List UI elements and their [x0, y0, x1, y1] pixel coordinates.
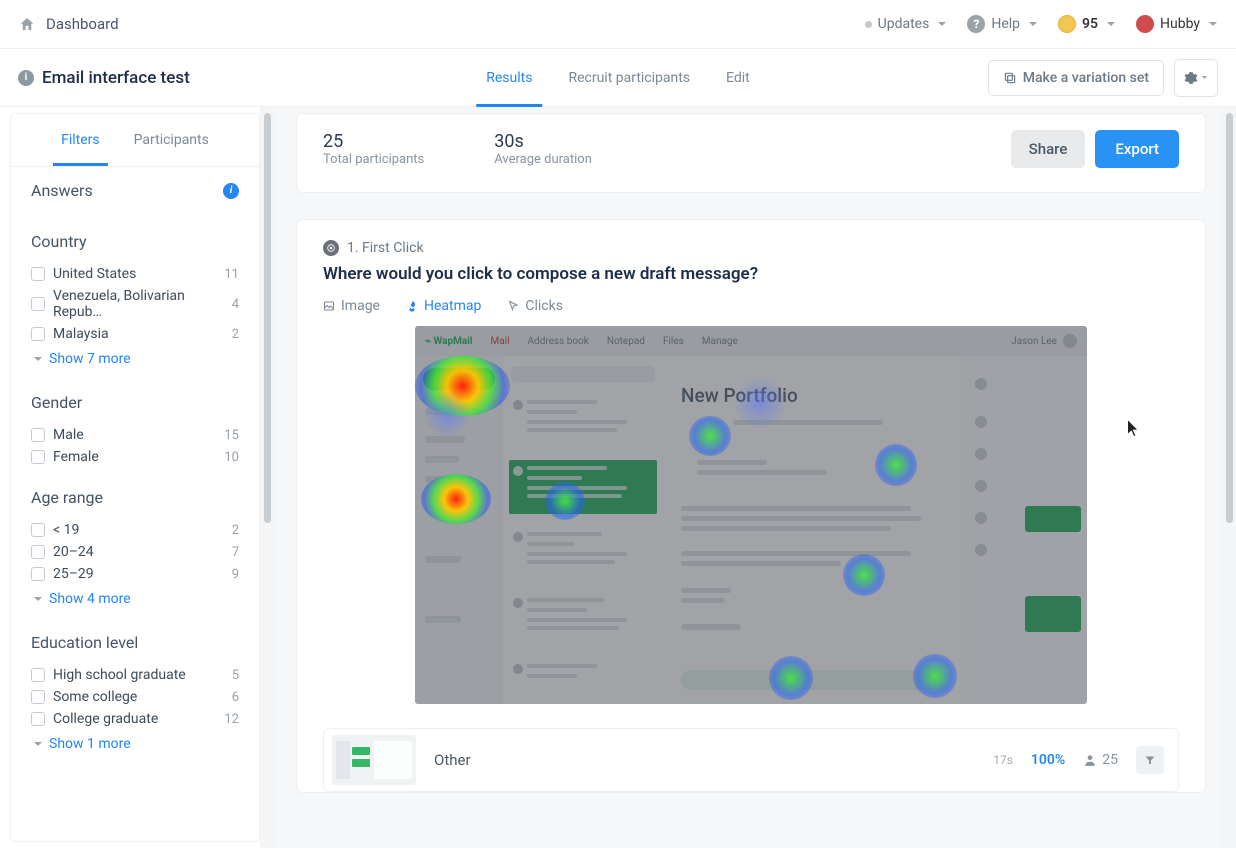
answer-thumbnail [332, 735, 416, 785]
variation-button[interactable]: Make a variation set [988, 60, 1164, 96]
cursor-icon [507, 300, 519, 312]
filter-option[interactable]: United States11 [31, 263, 239, 285]
show-more-link[interactable]: Show 1 more [31, 730, 239, 758]
chevron-down-icon [937, 21, 947, 27]
filter-country: Country United States11 Venezuela, Boliv… [11, 218, 259, 379]
settings-button[interactable] [1174, 59, 1218, 97]
coin-icon [1058, 15, 1076, 33]
answer-label: Other [434, 751, 471, 769]
show-more-link[interactable]: Show 7 more [31, 345, 239, 373]
page-title: Email interface test [42, 68, 190, 88]
help-icon: ? [967, 15, 985, 33]
filter-education: Education level High school graduate5 So… [11, 619, 259, 776]
view-tabs: Image Heatmap Clicks [323, 298, 1179, 314]
scroll-thumb[interactable] [1226, 113, 1233, 523]
checkbox[interactable] [31, 567, 45, 581]
sidebar-tab-filters[interactable]: Filters [61, 132, 100, 154]
checkbox[interactable] [31, 668, 45, 682]
page-header: i Email interface test Results Recruit p… [0, 49, 1236, 107]
header-tabs: Results Recruit participants Edit [486, 49, 750, 106]
gear-icon [1184, 71, 1198, 85]
home-icon[interactable] [18, 16, 36, 33]
checkbox[interactable] [31, 267, 45, 281]
checkbox[interactable] [31, 327, 45, 341]
chevron-down-icon [33, 741, 43, 747]
filter-option[interactable]: Male15 [31, 424, 239, 446]
checkbox[interactable] [31, 712, 45, 726]
stack-icon [1003, 71, 1017, 85]
answer-count: 25 [1083, 752, 1118, 768]
dashboard-link[interactable]: Dashboard [46, 15, 119, 33]
avatar [1136, 15, 1154, 33]
topbar: Dashboard Updates ? Help 95 Hubby [0, 0, 1236, 49]
chevron-down-icon [1028, 21, 1038, 27]
share-button[interactable]: Share [1011, 130, 1086, 168]
question-text: Where would you click to compose a new d… [323, 264, 1179, 284]
results-content: 25 Total participants 30s Average durati… [274, 107, 1222, 848]
scroll-thumb[interactable] [264, 113, 271, 523]
chevron-down-icon [33, 596, 43, 602]
checkbox[interactable] [31, 545, 45, 559]
info-icon: i [18, 70, 34, 86]
question-tag: 1. First Click [323, 240, 1179, 256]
filter-option[interactable]: 25–299 [31, 563, 239, 585]
summary-card: 25 Total participants 30s Average durati… [296, 113, 1206, 193]
show-more-link[interactable]: Show 4 more [31, 585, 239, 613]
tab-edit[interactable]: Edit [726, 49, 750, 106]
scrollbar[interactable] [1222, 107, 1236, 848]
updates-menu[interactable]: Updates [865, 16, 948, 32]
filter-option[interactable]: Malaysia2 [31, 323, 239, 345]
user-menu[interactable]: Hubby [1136, 15, 1218, 33]
answer-row[interactable]: Other 17s 100% 25 [323, 728, 1179, 792]
filter-button[interactable] [1136, 746, 1164, 774]
checkbox[interactable] [31, 690, 45, 704]
chevron-down-icon [1106, 21, 1116, 27]
filter-option[interactable]: College graduate12 [31, 708, 239, 730]
filter-option[interactable]: 20–247 [31, 541, 239, 563]
export-button[interactable]: Export [1095, 130, 1179, 168]
user-icon [1083, 753, 1097, 767]
scrollbar[interactable] [260, 107, 274, 848]
chevron-down-icon [1208, 21, 1218, 27]
answer-percent: 100% [1031, 752, 1065, 768]
filter-option[interactable]: High school graduate5 [31, 664, 239, 686]
metric-duration: 30s Average duration [494, 131, 592, 167]
checkbox[interactable] [31, 297, 45, 311]
help-menu[interactable]: ? Help [967, 15, 1038, 33]
chevron-down-icon [33, 356, 43, 362]
section-title: Answers [31, 181, 93, 200]
mouse-cursor [1126, 418, 1140, 438]
flame-icon [406, 300, 418, 312]
filter-option[interactable]: < 192 [31, 519, 239, 541]
filters-panel: Filters Participants Answers i Country U… [10, 113, 260, 842]
credits-menu[interactable]: 95 [1058, 15, 1116, 33]
image-icon [323, 300, 335, 312]
sidebar-tab-participants[interactable]: Participants [134, 132, 209, 154]
checkbox[interactable] [31, 450, 45, 464]
tab-recruit[interactable]: Recruit participants [568, 49, 690, 106]
chevron-down-icon [1201, 75, 1208, 80]
tab-results[interactable]: Results [486, 49, 532, 106]
view-clicks[interactable]: Clicks [507, 298, 563, 314]
filter-age: Age range < 192 20–247 25–299 Show 4 mor… [11, 474, 259, 619]
filter-answers: Answers i [11, 167, 259, 218]
metric-total: 25 Total participants [323, 131, 424, 167]
filter-gender: Gender Male15 Female10 [11, 379, 259, 474]
filter-option[interactable]: Venezuela, Bolivarian Repub…4 [31, 285, 239, 323]
checkbox[interactable] [31, 523, 45, 537]
filter-option[interactable]: Female10 [31, 446, 239, 468]
info-icon[interactable]: i [223, 183, 239, 199]
answer-time: 17s [993, 753, 1013, 767]
status-dot [865, 21, 872, 28]
funnel-icon [1144, 754, 1156, 766]
view-heatmap[interactable]: Heatmap [406, 298, 481, 314]
checkbox[interactable] [31, 428, 45, 442]
question-card: 1. First Click Where would you click to … [296, 219, 1206, 793]
heatmap-preview[interactable]: ⌁ WapMail Mail Address book Notepad File… [415, 326, 1087, 704]
view-image[interactable]: Image [323, 298, 380, 314]
filter-option[interactable]: Some college6 [31, 686, 239, 708]
target-icon [323, 240, 339, 256]
